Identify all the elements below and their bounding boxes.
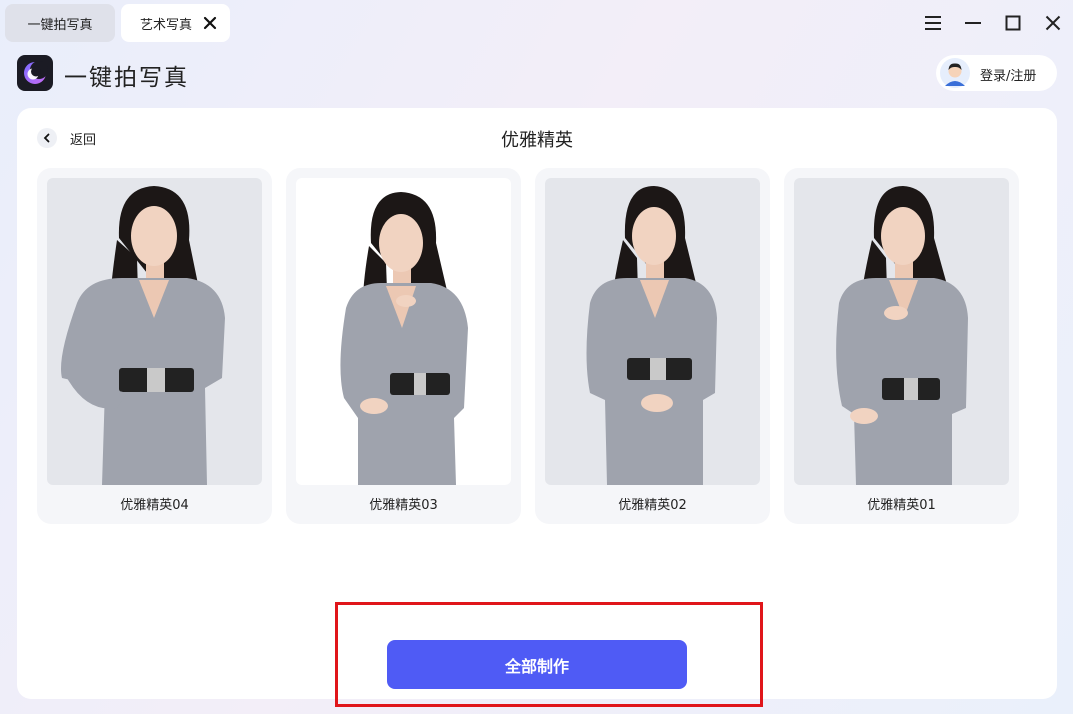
- portrait-image: [296, 178, 511, 485]
- tab-art-photo[interactable]: 艺术写真: [121, 4, 230, 42]
- portrait-image: [545, 178, 760, 485]
- portrait-image: [794, 178, 1009, 485]
- card-label: 优雅精英03: [369, 498, 438, 513]
- highlight-box: [335, 602, 763, 707]
- style-card-02[interactable]: 优雅精英02: [535, 168, 770, 524]
- tab-home-label: 一键拍写真: [27, 17, 93, 33]
- tab-bar: 一键拍写真 艺术写真: [0, 0, 1073, 48]
- close-window-icon[interactable]: [1042, 12, 1064, 34]
- style-card-01[interactable]: 优雅精英01: [784, 168, 1019, 524]
- tab-home[interactable]: 一键拍写真: [5, 4, 115, 42]
- moon-logo-icon: [24, 61, 48, 84]
- card-label: 优雅精英02: [618, 498, 687, 513]
- maximize-icon[interactable]: [1002, 12, 1024, 34]
- login-register-button[interactable]: 登录/注册: [936, 55, 1057, 91]
- page-title: 优雅精英: [501, 130, 573, 151]
- portrait-image: [47, 178, 262, 485]
- avatar-icon: [940, 58, 970, 88]
- tab-art-photo-label: 艺术写真: [140, 17, 193, 33]
- login-register-label: 登录/注册: [980, 69, 1037, 84]
- card-label: 优雅精英04: [120, 498, 189, 513]
- style-card-04[interactable]: 优雅精英04: [37, 168, 272, 524]
- minimize-icon[interactable]: [962, 12, 984, 34]
- card-label: 优雅精英01: [867, 498, 936, 513]
- style-card-03[interactable]: 优雅精英03: [286, 168, 521, 524]
- app-title: 一键拍写真: [64, 65, 189, 91]
- app-logo: [17, 55, 53, 91]
- close-tab-icon[interactable]: [202, 15, 218, 31]
- menu-icon[interactable]: [922, 12, 944, 34]
